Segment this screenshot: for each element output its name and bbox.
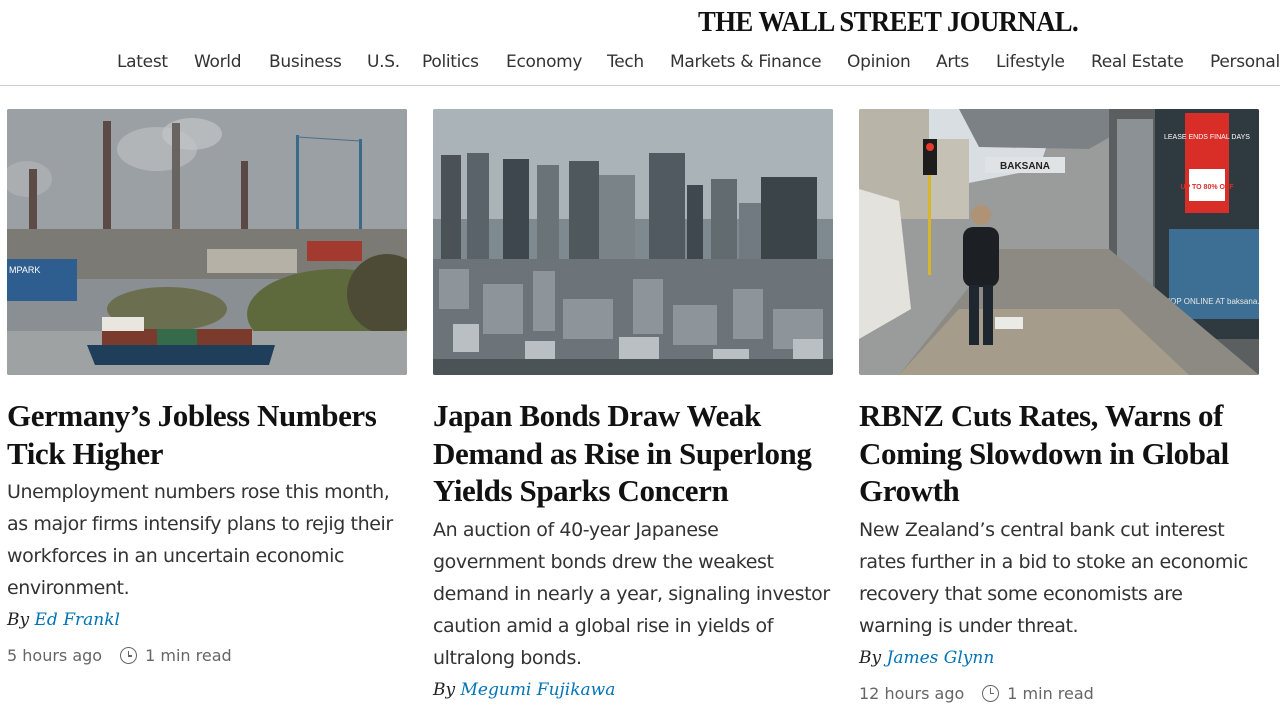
- read-time: 1 min read: [145, 646, 232, 665]
- article-card: MPARK Germany’s Jobless Numbers Tick Hig…: [7, 109, 407, 665]
- nav-item-lifestyle[interactable]: Lifestyle: [996, 52, 1065, 72]
- nav-item-world[interactable]: World: [194, 52, 242, 72]
- clock-icon: [982, 684, 1000, 702]
- factory-sign: MPARK: [9, 265, 40, 275]
- article-card: Japan Bonds Draw Weak Demand as Rise in …: [433, 109, 833, 700]
- clock-icon: [120, 647, 138, 664]
- byline: By Ed Frankl: [7, 610, 407, 630]
- article-meta: 12 hours ago 1 min read: [859, 684, 1259, 703]
- article-summary: An auction of 40-year Japanese governmen…: [433, 518, 830, 669]
- article-headline[interactable]: Japan Bonds Draw Weak Demand as Rise in …: [433, 397, 833, 510]
- byline: By Megumi Fujikawa: [433, 680, 833, 700]
- article-image-tokyo-skyline[interactable]: [433, 109, 833, 375]
- timestamp: 5 hours ago: [7, 646, 103, 665]
- byline: By James Glynn: [859, 648, 1259, 668]
- byline-prefix: By: [859, 647, 882, 668]
- street-sign: BAKSANA: [1000, 161, 1050, 172]
- nav-item-opinion[interactable]: Opinion: [847, 52, 911, 72]
- nav-item-business[interactable]: Business: [269, 52, 342, 72]
- article-meta: 5 hours ago 1 min read: [7, 646, 407, 665]
- article-headline[interactable]: Germany’s Jobless Numbers Tick Higher: [7, 397, 407, 472]
- byline-prefix: By: [433, 679, 456, 700]
- poster-top-text: LEASE ENDS FINAL DAYS: [1164, 134, 1250, 141]
- nav-item-arts[interactable]: Arts: [936, 52, 969, 72]
- article-image-street-sidewalk[interactable]: BAKSANA LEASE ENDS FINAL DAYS UP TO 80% …: [859, 109, 1259, 375]
- author-link[interactable]: Megumi Fujikawa: [461, 680, 616, 700]
- nav-item-economy[interactable]: Economy: [506, 52, 582, 72]
- author-link[interactable]: James Glynn: [887, 648, 995, 668]
- nav-item-politics[interactable]: Politics: [422, 52, 479, 72]
- nav-item-tech[interactable]: Tech: [607, 52, 644, 72]
- author-link[interactable]: Ed Frankl: [35, 610, 120, 630]
- article-card: BAKSANA LEASE ENDS FINAL DAYS UP TO 80% …: [859, 109, 1259, 703]
- poster-mid-text: UP TO 80% OFF: [1180, 184, 1234, 191]
- timestamp: 12 hours ago: [859, 683, 965, 703]
- nav-item-real-estate[interactable]: Real Estate: [1091, 52, 1184, 72]
- article-summary: New Zealand’s central bank cut interest …: [859, 518, 1248, 637]
- read-time: 1 min read: [1007, 683, 1094, 703]
- article-headline[interactable]: RBNZ Cuts Rates, Warns of Coming Slowdow…: [859, 397, 1259, 510]
- nav-item-us[interactable]: U.S.: [367, 52, 400, 72]
- nav-item-personal[interactable]: Personal: [1210, 52, 1280, 72]
- section-nav: Latest World Business U.S. Politics Econ…: [0, 50, 1280, 86]
- article-summary: Unemployment numbers rose this month, as…: [7, 481, 393, 599]
- nav-item-latest[interactable]: Latest: [117, 52, 168, 72]
- nav-item-markets-finance[interactable]: Markets & Finance: [670, 52, 822, 72]
- byline-prefix: By: [7, 610, 30, 630]
- wsj-logo[interactable]: THE WALL STREET JOURNAL.: [698, 6, 1079, 39]
- article-image-industrial-river[interactable]: MPARK: [7, 109, 407, 375]
- masthead: THE WALL STREET JOURNAL.: [0, 4, 1280, 40]
